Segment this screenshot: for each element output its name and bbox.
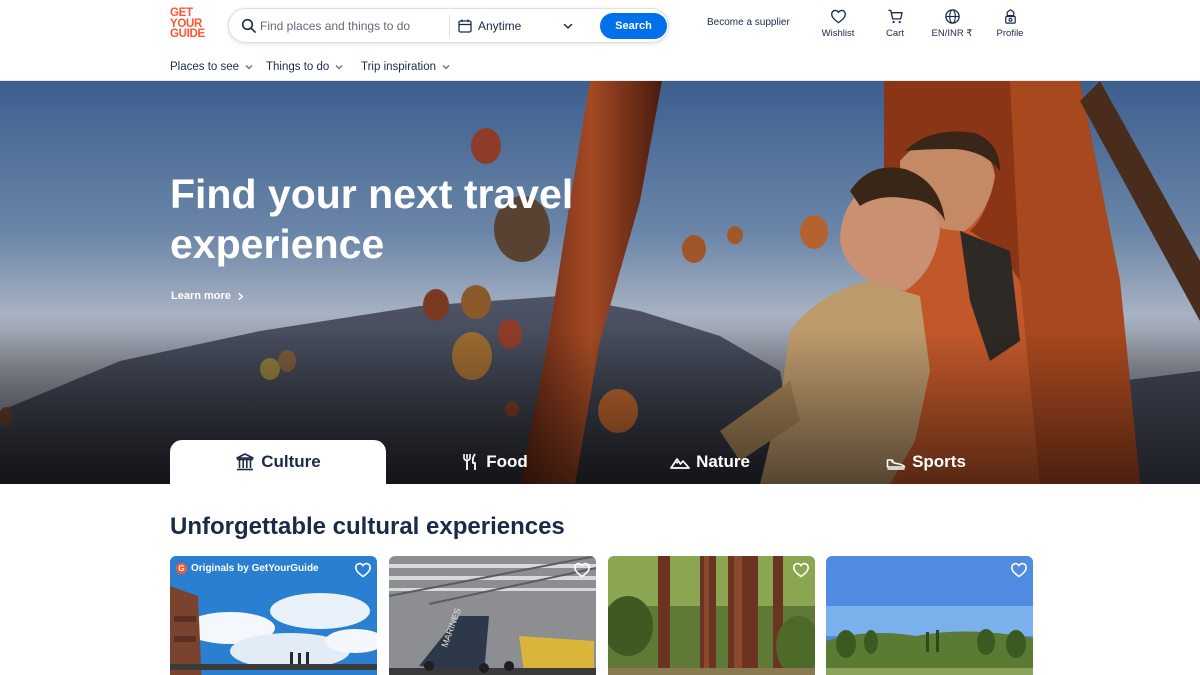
chevron-down-icon bbox=[245, 65, 253, 70]
nav-label: Things to do bbox=[266, 61, 330, 73]
wishlist-button[interactable]: Wishlist bbox=[808, 8, 868, 39]
tab-culture[interactable]: Culture bbox=[170, 440, 386, 484]
nav-places-to-see[interactable]: Places to see bbox=[170, 61, 254, 73]
heart-icon[interactable] bbox=[792, 561, 810, 579]
hero-title-line-1: Find your next travel bbox=[170, 171, 574, 217]
logo-line-3: GUIDE bbox=[170, 28, 205, 40]
learn-more-label: Learn more bbox=[171, 290, 231, 302]
badge-label: Originals by GetYourGuide bbox=[191, 563, 319, 574]
search-button[interactable]: Search bbox=[600, 13, 667, 39]
fork-knife-icon bbox=[463, 453, 477, 470]
card-image-aircraft-carrier: MARINES bbox=[389, 556, 596, 675]
heart-icon[interactable] bbox=[354, 561, 372, 579]
hero-banner: Find your next travel experience Learn m… bbox=[0, 81, 1200, 484]
nav-trip-inspiration[interactable]: Trip inspiration bbox=[361, 61, 451, 73]
mountain-icon bbox=[670, 458, 690, 469]
getyourguide-logo[interactable]: GET YOUR GUIDE bbox=[170, 8, 214, 40]
tab-sports[interactable]: Sports bbox=[818, 440, 1034, 484]
card-image-redwood-forest bbox=[608, 556, 815, 675]
become-supplier-link[interactable]: Become a supplier bbox=[707, 17, 790, 28]
tab-label: Culture bbox=[261, 452, 321, 471]
nav-label: Places to see bbox=[170, 61, 240, 73]
tab-label: Sports bbox=[912, 452, 966, 471]
chevron-down-icon[interactable] bbox=[562, 20, 574, 32]
sub-navigation: Places to see Things to do Trip inspirat… bbox=[0, 50, 1200, 81]
category-tabs: Culture Food Nature Sports bbox=[170, 440, 1032, 484]
profile-label: Profile bbox=[996, 28, 1024, 39]
heart-icon[interactable] bbox=[1010, 561, 1028, 579]
section-title: Unforgettable cultural experiences bbox=[170, 513, 565, 540]
cart-icon bbox=[887, 9, 903, 24]
tab-label: Nature bbox=[696, 452, 750, 471]
card-image-vineyard bbox=[826, 556, 1033, 675]
originals-badge: G Originals by GetYourGuide bbox=[176, 563, 319, 574]
chevron-right-icon bbox=[238, 292, 244, 300]
heart-icon[interactable] bbox=[573, 561, 591, 579]
cart-label: Cart bbox=[886, 28, 904, 39]
sneaker-icon bbox=[886, 459, 906, 470]
search-divider bbox=[449, 15, 450, 37]
calendar-icon bbox=[458, 19, 472, 33]
search-input[interactable] bbox=[260, 16, 470, 36]
tab-nature[interactable]: Nature bbox=[602, 440, 818, 484]
language-currency-label: EN/INR ₹ bbox=[931, 28, 973, 39]
heart-icon bbox=[830, 9, 846, 24]
date-picker-label[interactable]: Anytime bbox=[478, 19, 521, 33]
museum-icon bbox=[236, 453, 255, 471]
tab-label: Food bbox=[486, 452, 528, 471]
site-header: GET YOUR GUIDE Anytime Search Become a s… bbox=[0, 0, 1200, 50]
experience-card[interactable] bbox=[826, 556, 1033, 675]
search-icon bbox=[241, 18, 256, 33]
learn-more-link[interactable]: Learn more bbox=[171, 290, 245, 302]
chevron-down-icon bbox=[335, 65, 343, 70]
nav-things-to-do[interactable]: Things to do bbox=[266, 61, 344, 73]
hero-background-image bbox=[0, 81, 1200, 484]
chevron-down-icon bbox=[442, 65, 450, 70]
hero-title-line-2: experience bbox=[170, 221, 385, 267]
logo-line-1: GET bbox=[170, 7, 193, 19]
tab-food[interactable]: Food bbox=[386, 440, 602, 484]
profile-button[interactable]: Profile bbox=[980, 8, 1040, 39]
experience-card[interactable]: G Originals by GetYourGuide bbox=[170, 556, 377, 675]
search-bar: Anytime Search bbox=[228, 8, 669, 43]
experience-card[interactable] bbox=[608, 556, 815, 675]
hero-title: Find your next travel experience bbox=[170, 169, 630, 269]
cart-button[interactable]: Cart bbox=[865, 8, 925, 39]
language-currency-button[interactable]: EN/INR ₹ bbox=[922, 8, 982, 39]
getyourguide-g-icon: G bbox=[176, 563, 187, 574]
wishlist-label: Wishlist bbox=[821, 28, 855, 39]
profile-icon bbox=[1004, 9, 1016, 24]
globe-icon bbox=[944, 9, 960, 24]
nav-label: Trip inspiration bbox=[361, 61, 436, 73]
experience-card-list: G Originals by GetYourGuide MARINES bbox=[170, 556, 1033, 675]
experience-card[interactable]: MARINES bbox=[389, 556, 596, 675]
